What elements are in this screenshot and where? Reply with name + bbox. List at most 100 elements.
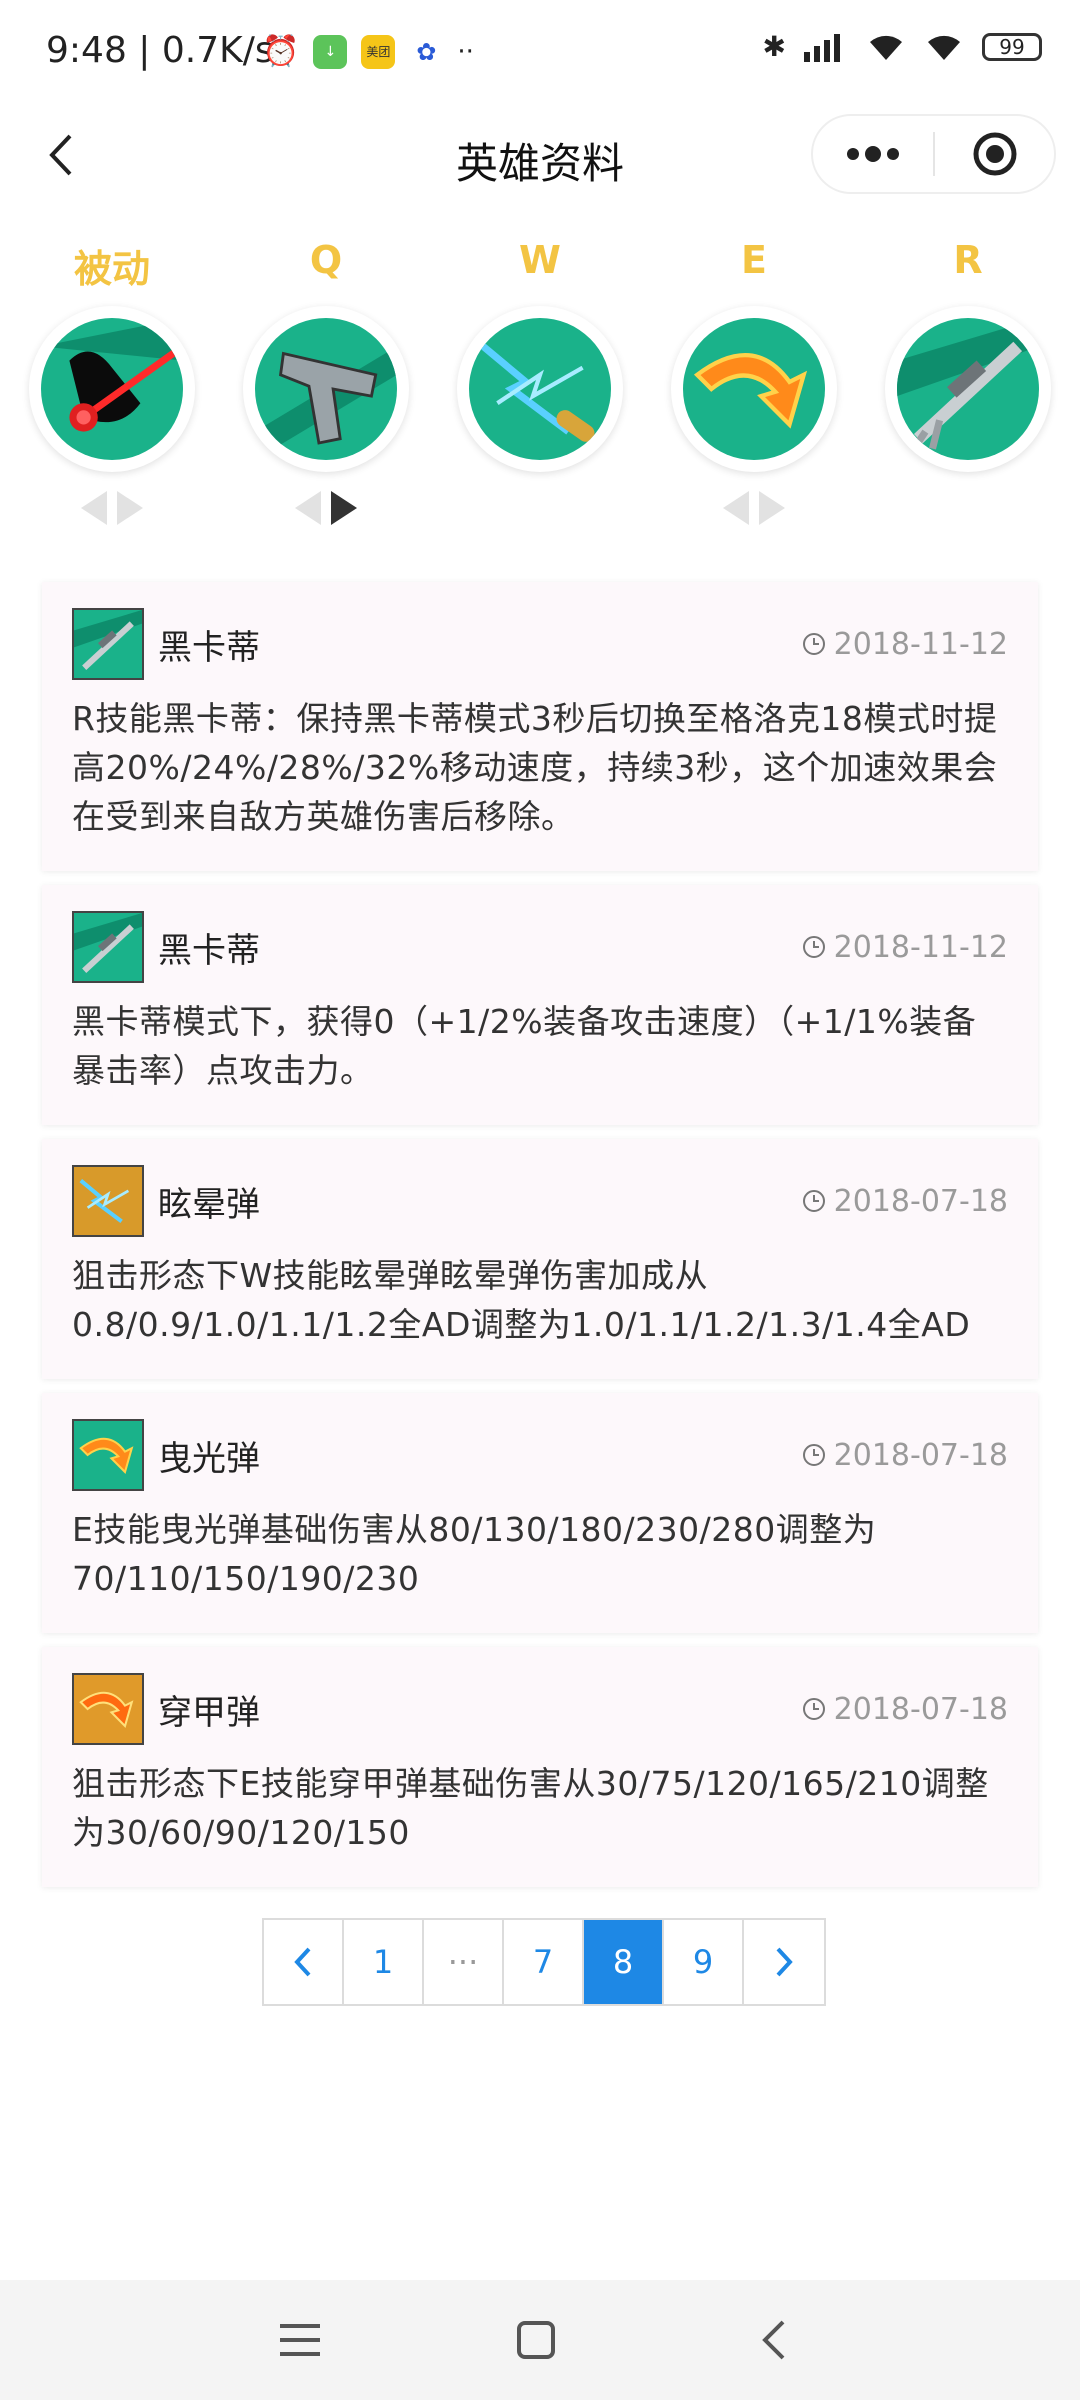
skill-e[interactable]: E	[664, 238, 844, 528]
laser-sight-icon	[41, 318, 183, 460]
clock-icon	[802, 1190, 825, 1212]
skill-name: 黑卡蒂	[158, 627, 260, 668]
bluetooth-icon: ✱	[762, 30, 786, 63]
skill-icon-frame	[29, 306, 195, 472]
page-button[interactable]: 1	[344, 1920, 424, 2004]
chevron-right-icon	[776, 1947, 793, 1977]
card-header: 眩晕弹 2018-07-18	[72, 1165, 1008, 1237]
update-date: 2018-07-18	[802, 1692, 1008, 1727]
nav-bar: 英雄资料	[0, 100, 1080, 210]
page-button[interactable]: 9	[664, 1920, 744, 2004]
chevron-left-icon	[762, 2320, 785, 2360]
next-page-button[interactable]	[744, 1920, 824, 2004]
skill-w[interactable]: W	[450, 238, 630, 528]
skill-name: 曳光弹	[158, 1438, 260, 1479]
menu-button[interactable]	[270, 2310, 330, 2370]
skill-icon-frame	[243, 306, 409, 472]
clock-icon	[802, 1698, 825, 1720]
update-card[interactable]: 穿甲弹 2018-07-18 狙击形态下E技能穿甲弹基础伤害从30/75/120…	[42, 1647, 1038, 1887]
clock-icon	[802, 1444, 825, 1466]
clock-icon	[802, 633, 825, 655]
tracer-bullet-icon	[683, 318, 825, 460]
update-description: 狙击形态下E技能穿甲弹基础伤害从30/75/120/165/210调整为30/6…	[72, 1764, 989, 1852]
next-arrow-icon[interactable]	[759, 491, 785, 525]
skill-arrows	[723, 488, 785, 528]
prev-page-button[interactable]	[264, 1920, 344, 2004]
status-time: 9:48 | 0.7K/s	[46, 30, 274, 71]
wifi-2-icon	[928, 35, 960, 60]
update-date: 2018-07-18	[802, 1438, 1008, 1473]
skill-arrows	[81, 488, 143, 528]
skill-r[interactable]: R	[878, 238, 1058, 528]
skill-arrows	[295, 488, 357, 528]
update-description: E技能曳光弹基础伤害从80/130/180/230/280调整为70/110/1…	[72, 1510, 877, 1598]
next-arrow-icon[interactable]	[117, 491, 143, 525]
update-card[interactable]: 眩晕弹 2018-07-18 狙击形态下W技能眩晕弹眩晕弹伤害加成从0.8/0.…	[42, 1139, 1038, 1379]
system-nav-bar	[0, 2280, 1080, 2400]
armor-pierce-icon	[72, 1673, 144, 1745]
skill-icon-frame	[885, 306, 1051, 472]
skill-name: 穿甲弹	[158, 1692, 260, 1733]
card-header: 黑卡蒂 2018-11-12	[72, 608, 1008, 680]
baidu-app-icon: ✿	[416, 37, 437, 66]
skill-key-label: E	[741, 238, 767, 282]
tracer-bullet-icon	[72, 1419, 144, 1491]
update-description: 黑卡蒂模式下，获得0（+1/2%装备攻击速度）（+1/1%装备暴击率）点攻击力。	[72, 1002, 977, 1090]
prev-arrow-icon[interactable]	[81, 491, 107, 525]
skill-q[interactable]: Q	[236, 238, 416, 528]
menu-icon	[280, 2324, 320, 2356]
update-date: 2018-07-18	[802, 1184, 1008, 1219]
skill-icon-frame	[671, 306, 837, 472]
prev-arrow-icon[interactable]	[723, 491, 749, 525]
clock-icon	[802, 936, 825, 958]
sniper-rifle-icon	[897, 318, 1039, 460]
update-list: 黑卡蒂 2018-11-12 R技能黑卡蒂：保持黑卡蒂模式3秒后切换至格洛克18…	[42, 582, 1038, 1901]
sniper-rifle-icon	[72, 911, 144, 983]
current-page-button[interactable]: 8	[584, 1920, 664, 2004]
chevron-left-icon	[294, 1947, 311, 1977]
more-dots-icon	[847, 146, 899, 162]
page-button[interactable]: 7	[504, 1920, 584, 2004]
sniper-rifle-icon	[72, 608, 144, 680]
skill-key-label: W	[519, 238, 561, 282]
skill-key-label: Q	[309, 238, 343, 282]
more-notifications-icon: ··	[457, 36, 474, 67]
home-button[interactable]	[506, 2310, 566, 2370]
next-arrow-icon[interactable]	[331, 491, 357, 525]
stun-bullet-icon	[72, 1165, 144, 1237]
pagination: 1 ··· 7 8 9	[262, 1918, 826, 2006]
prev-arrow-icon[interactable]	[295, 491, 321, 525]
card-header: 穿甲弹 2018-07-18	[72, 1673, 1008, 1745]
page-ellipsis: ···	[424, 1920, 504, 2004]
more-button[interactable]	[813, 116, 933, 192]
card-header: 曳光弹 2018-07-18	[72, 1419, 1008, 1491]
target-icon	[973, 132, 1016, 176]
skill-key-label: 被动	[73, 247, 150, 291]
update-card[interactable]: 黑卡蒂 2018-11-12 R技能黑卡蒂：保持黑卡蒂模式3秒后切换至格洛克18…	[42, 582, 1038, 871]
update-description: 狙击形态下W技能眩晕弹眩晕弹伤害加成从0.8/0.9/1.0/1.1/1.2全A…	[72, 1256, 971, 1344]
download-app-icon: ↓	[313, 34, 348, 69]
close-miniprogram-button[interactable]	[935, 116, 1054, 192]
stun-bullet-icon	[469, 318, 611, 460]
wifi-icon	[870, 35, 902, 60]
system-back-button[interactable]	[744, 2310, 804, 2370]
update-description: R技能黑卡蒂：保持黑卡蒂模式3秒后切换至格洛克18模式时提高20%/24%/28…	[72, 699, 998, 836]
skill-name: 眩晕弹	[158, 1184, 260, 1225]
meituan-app-icon: 美团	[361, 34, 396, 69]
alarm-icon: ⏰	[262, 34, 300, 69]
skill-icon-frame	[457, 306, 623, 472]
miniprogram-capsule	[811, 114, 1056, 194]
skills-row: 被动 Q W E R	[22, 238, 1058, 528]
status-right: ✱ 99	[763, 30, 1042, 63]
skill-name: 黑卡蒂	[158, 930, 260, 971]
update-card[interactable]: 黑卡蒂 2018-11-12 黑卡蒂模式下，获得0（+1/2%装备攻击速度）（+…	[42, 885, 1038, 1125]
update-date: 2018-11-12	[802, 930, 1008, 965]
pistol-icon	[255, 318, 397, 460]
status-bar: 9:48 | 0.7K/s ⏰ ↓ 美团 ✿ ·· ✱ 99	[0, 0, 1080, 100]
skill-passive[interactable]: 被动	[22, 238, 202, 528]
update-card[interactable]: 曳光弹 2018-07-18 E技能曳光弹基础伤害从80/130/180/230…	[42, 1393, 1038, 1633]
card-header: 黑卡蒂 2018-11-12	[72, 911, 1008, 983]
status-app-icons: ⏰ ↓ 美团 ✿ ··	[262, 34, 474, 69]
update-date: 2018-11-12	[802, 627, 1008, 662]
home-square-icon	[517, 2321, 555, 2359]
